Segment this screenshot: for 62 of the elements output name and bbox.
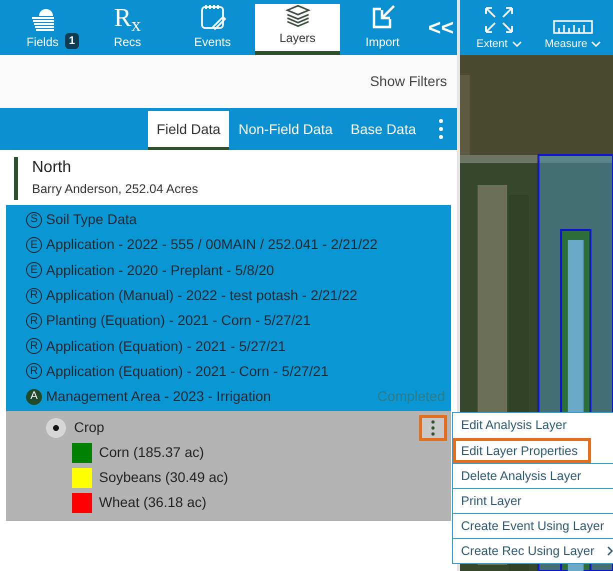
layer-label: Application (Equation) - 2021 - Corn - 5/27/21 [46,362,328,381]
layer-type-badge: E [26,262,42,278]
nav-tab[interactable]: R$_{x}$ Recs [85,0,170,55]
rx-icon: R$_{x}$ [114,5,142,31]
field-accent-bar [14,157,18,200]
chevron-down-icon [512,40,522,47]
menu-item[interactable]: Delete Analysis Layer [453,463,613,488]
layer-row[interactable]: E Application - 2020 - Preplant - 5/8/20 [6,258,451,283]
layer-menu-button[interactable] [419,414,447,441]
layer-label: Application (Equation) - 2021 - 5/27/21 [46,336,286,356]
vertical-dots-icon [439,119,443,139]
layer-type-badge: E [26,236,42,253]
layer-label: Application (Manual) - 2022 - test potash - 2/21/22 [46,286,358,306]
layer-type-badge: R [26,338,42,354]
layer-type-badge: R [26,312,42,329]
layer-type-badge: S [26,212,42,228]
radio-button[interactable] [46,418,66,438]
legend-label: Wheat (36.18 ac) [99,493,206,512]
field-details: Barry Anderson, 252.04 Acres [32,181,198,198]
vertical-dots-icon [431,420,435,436]
layer-status: Completed [377,387,445,406]
legend-label: Corn (185.37 ac) [99,443,204,462]
map-tool-button[interactable]: Measure [538,20,608,52]
map-tool-button[interactable]: Extent [464,6,534,52]
field-name: North [32,158,72,178]
layers-icon [284,4,312,27]
layer-row[interactable]: R Application (Equation) - 2021 - 5/27/21 [6,333,451,359]
nav-tab[interactable]: Events [170,0,255,55]
layer-row[interactable]: A Management Area - 2023 - Irrigation Completed [6,384,451,410]
layer-row[interactable]: E Application - 2022 - 555 / 00MAIN / 252.041 - 2/21/22 [6,232,451,258]
layer-row[interactable]: R Application (Equation) - 2021 - Corn - 5/27/21 [6,358,451,384]
collapse-button[interactable]: << [425,0,457,55]
ruler-icon [553,20,593,34]
menu-item[interactable]: Edit Layer Properties [453,438,591,463]
menu-item[interactable]: Create Rec Using Layer [453,538,613,563]
expand-arrows-icon [484,6,514,34]
legend-label: Soybeans (30.49 ac) [99,468,228,488]
layer-row[interactable]: S Soil Type Data [6,207,451,232]
sublayer-label: Crop [74,418,104,438]
show-filters-link[interactable]: Show Filters [370,71,447,92]
data-tab[interactable]: Non-Field Data [229,108,342,150]
layer-type-badge: R [26,363,42,380]
menu-item[interactable]: Edit Analysis Layer [453,413,613,438]
layer-row[interactable]: R Planting (Equation) - 2021 - Corn - 5/27/21 [6,308,451,334]
layer-label: Application - 2020 - Preplant - 5/8/20 [46,260,274,280]
layer-label: Planting (Equation) - 2021 - Corn - 5/27/21 [46,311,311,330]
notepad-icon [198,3,226,31]
layer-label: Soil Type Data [46,210,137,230]
layer-type-badge: R [26,288,42,304]
nav-tab[interactable]: Layers [255,4,340,55]
nav-tab[interactable]: Import [340,0,425,55]
data-tab[interactable]: Field Data [148,111,230,150]
menu-item[interactable]: Create Event Using Layer [453,513,613,538]
chevron-down-icon [591,40,602,47]
count-badge: 1 [64,33,79,49]
layer-label: Management Area - 2023 - Irrigation [46,387,271,406]
layer-type-badge: A [26,388,42,405]
nav-tab[interactable]: Fields 1 [0,0,85,55]
data-tab[interactable]: Base Data [342,108,425,150]
layer-row[interactable]: R Application (Manual) - 2022 - test potash - 2/21/22 [6,282,451,308]
menu-item[interactable]: Print Layer [453,488,613,513]
layer-label: Application - 2022 - 555 / 00MAIN / 252.041 - 2/21/22 [46,235,378,254]
